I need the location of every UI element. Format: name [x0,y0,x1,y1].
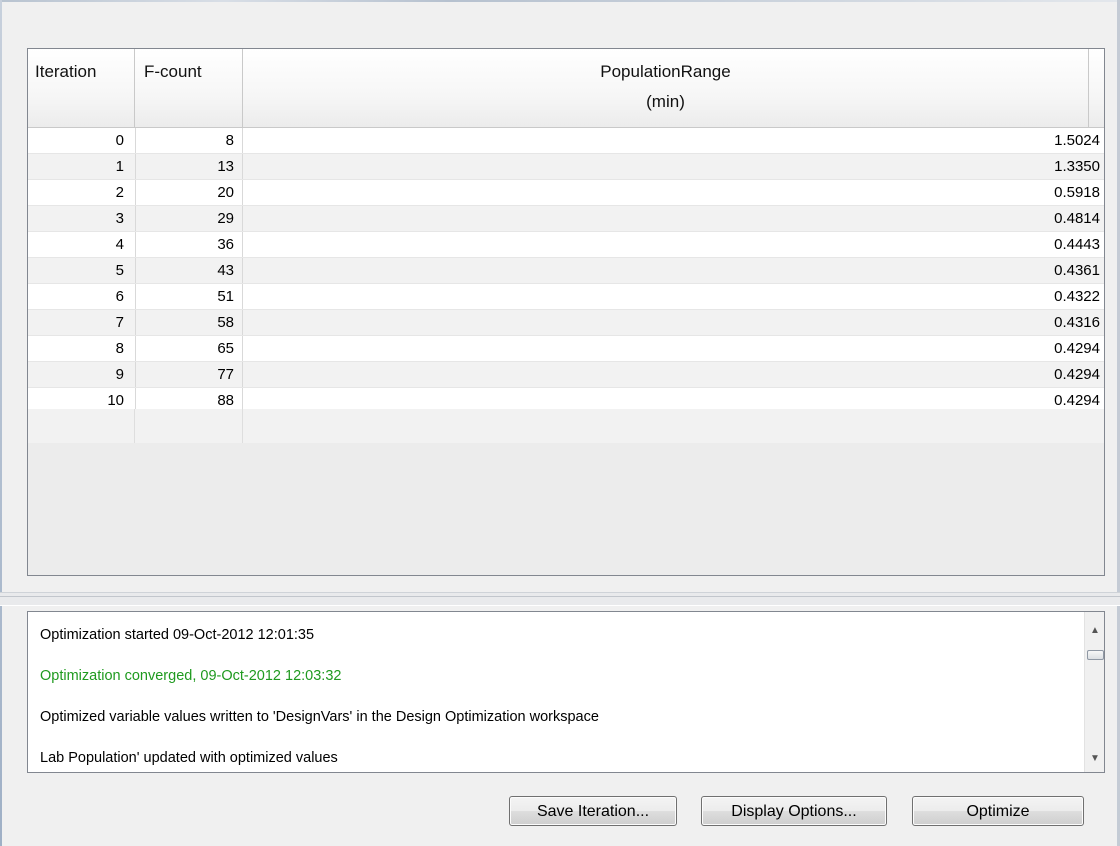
cell-population-range: 0.4443 [242,232,1102,257]
scroll-up-arrow-icon[interactable]: ▲ [1085,621,1104,641]
cell-population-range: 0.4322 [242,284,1102,309]
scroll-down-arrow-icon[interactable]: ▼ [1085,749,1104,769]
scrollbar-thumb[interactable] [1087,650,1104,660]
log-line: Lab Population' updated with optimized v… [40,750,338,766]
cell-iteration: 3 [115,210,124,227]
window-left-edge [0,0,2,846]
cell-fcount: 77 [135,362,242,387]
cell-fcount: 58 [135,310,242,335]
table-row[interactable]: 5 43 0.4361 [28,258,1104,284]
log-line: Optimized variable values written to 'De… [40,709,599,725]
cell-population-range: 0.4294 [242,362,1102,387]
table-row[interactable]: 0 8 1.5024 [28,128,1104,154]
cell-iteration: 1 [115,158,124,175]
cell-fcount: 36 [135,232,242,257]
cell-iteration: 6 [115,288,124,305]
cell-population-range: 0.5918 [242,180,1102,205]
column-header-fcount-label: F-count [144,62,202,81]
cell-fcount: 13 [135,154,242,179]
table-header: Iteration F-count PopulationRange (min) [28,49,1104,128]
log-text-area[interactable]: Optimization started 09-Oct-2012 12:01:3… [28,612,1078,772]
table-row[interactable]: 1 13 1.3350 [28,154,1104,180]
table-row[interactable]: 2 20 0.5918 [28,180,1104,206]
cell-fcount: 20 [135,180,242,205]
window-top-edge [0,0,1120,2]
cell-population-range: 0.4814 [242,206,1102,231]
cell-fcount: 43 [135,258,242,283]
table-empty-row [28,409,1104,443]
cell-fcount: 8 [135,128,242,153]
log-line-success: Optimization converged, 09-Oct-2012 12:0… [40,668,342,684]
optimization-log[interactable]: Optimization started 09-Oct-2012 12:01:3… [27,611,1105,773]
table-body: 0 8 1.5024 1 13 1.3350 2 20 0.5918 3 29 … [28,128,1104,414]
table-row[interactable]: 6 51 0.4322 [28,284,1104,310]
cell-iteration: 9 [115,366,124,383]
table-row[interactable]: 9 77 0.4294 [28,362,1104,388]
table-row[interactable]: 4 36 0.4443 [28,232,1104,258]
cell-iteration: 0 [115,132,124,149]
cell-iteration: 2 [115,184,124,201]
column-header-population-range-unit: (min) [646,92,685,111]
splitter-grip [0,596,1120,599]
table-row[interactable]: 7 58 0.4316 [28,310,1104,336]
cell-fcount: 29 [135,206,242,231]
cell-population-range: 0.4361 [242,258,1102,283]
iteration-table[interactable]: Iteration F-count PopulationRange (min) … [27,48,1105,576]
log-line: Optimization started 09-Oct-2012 12:01:3… [40,627,315,643]
cell-iteration: 4 [115,236,124,253]
cell-population-range: 0.4294 [242,336,1102,361]
panel-splitter[interactable] [0,592,1120,606]
optimize-button[interactable]: Optimize [912,796,1084,826]
table-row[interactable]: 3 29 0.4814 [28,206,1104,232]
column-divider [242,409,243,443]
cell-population-range: 0.4316 [242,310,1102,335]
column-header-population-range[interactable]: PopulationRange (min) [243,49,1089,127]
save-iteration-button[interactable]: Save Iteration... [509,796,677,826]
column-header-population-range-label: PopulationRange [600,62,731,81]
optimization-progress-window: Iteration F-count PopulationRange (min) … [0,0,1120,846]
table-row[interactable]: 8 65 0.4294 [28,336,1104,362]
column-header-iteration-label: Iteration [35,62,97,81]
column-header-iteration[interactable]: Iteration [28,49,135,127]
cell-fcount: 65 [135,336,242,361]
cell-population-range: 1.3350 [242,154,1102,179]
cell-iteration: 5 [115,262,124,279]
log-scrollbar[interactable]: ▲ ▼ [1084,612,1104,772]
cell-iteration: 8 [115,340,124,357]
cell-iteration: 7 [115,314,124,331]
cell-fcount: 51 [135,284,242,309]
display-options-button[interactable]: Display Options... [701,796,887,826]
column-header-fcount[interactable]: F-count [135,49,243,127]
column-divider [134,409,135,443]
cell-population-range: 1.5024 [242,128,1102,153]
